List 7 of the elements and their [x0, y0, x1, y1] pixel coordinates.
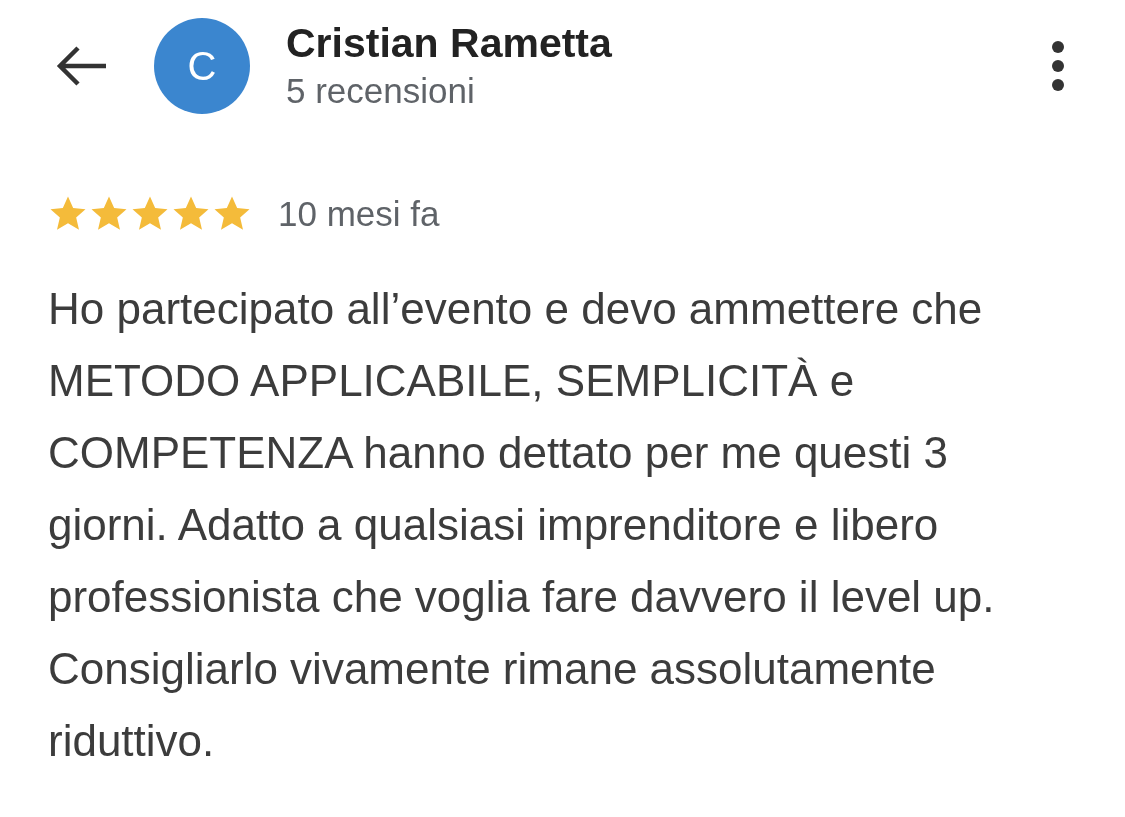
review-time: 10 mesi fa — [278, 193, 440, 235]
back-icon[interactable] — [56, 46, 108, 86]
avatar: C — [154, 18, 250, 114]
more-icon[interactable] — [1051, 40, 1065, 92]
review-count: 5 recensioni — [286, 69, 476, 112]
reviewer-name: Cristian Rametta — [286, 18, 613, 68]
review-text: Ho partecipato all’evento e devo ammettere che METODO APPLICABILE, SEMPLICITÀ e COMPETENZA hanno dettato per me questi 3 giorni. Adatto a qualsiasi imprenditore e libero professionista che voglia fare davvero il level up. Consigliarlo vivamente rimane assolutamente riduttivo. — [48, 282, 996, 767]
